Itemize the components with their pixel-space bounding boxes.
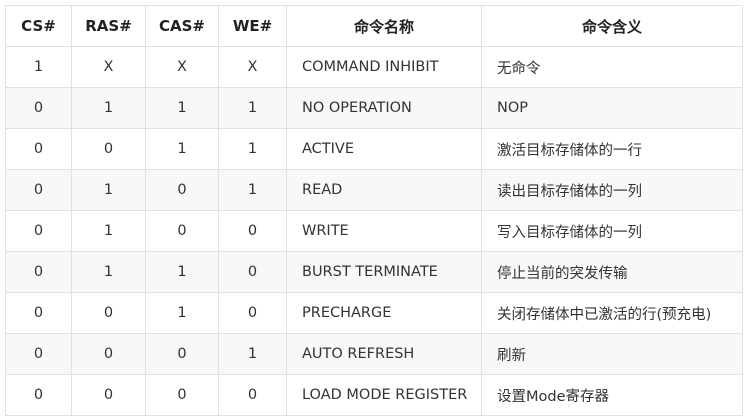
cell-cas: 0 [145, 374, 219, 416]
header-cas: CAS# [145, 5, 219, 47]
table-row: 0 1 1 0 BURST TERMINATE 停止当前的突发传输 [5, 251, 743, 293]
cell-cas: 1 [145, 251, 219, 293]
cell-command-name: AUTO REFRESH [286, 333, 482, 375]
cell-we: 0 [218, 210, 287, 252]
header-command-name: 命令名称 [286, 5, 482, 47]
cell-ras: 0 [71, 292, 146, 334]
cell-command-name: COMMAND INHIBIT [286, 46, 482, 88]
cell-command-name: BURST TERMINATE [286, 251, 482, 293]
cell-command-meaning: 无命令 [481, 46, 743, 88]
table-row: 0 0 0 1 AUTO REFRESH 刷新 [5, 333, 743, 375]
cell-cs: 0 [5, 210, 72, 252]
cell-ras: 1 [71, 169, 146, 211]
cell-we: 0 [218, 374, 287, 416]
table-row: 0 0 1 0 PRECHARGE 关闭存储体中已激活的行(预充电) [5, 292, 743, 334]
cell-we: 1 [218, 333, 287, 375]
table-header-row: CS# RAS# CAS# WE# 命令名称 命令含义 [5, 5, 743, 47]
cell-command-meaning: 写入目标存储体的一列 [481, 210, 743, 252]
cell-command-meaning: 关闭存储体中已激活的行(预充电) [481, 292, 743, 334]
table-row: 0 1 0 0 WRITE 写入目标存储体的一列 [5, 210, 743, 252]
cell-we: X [218, 46, 287, 88]
cell-command-name: ACTIVE [286, 128, 482, 170]
cell-ras: 0 [71, 374, 146, 416]
cell-cs: 0 [5, 251, 72, 293]
cell-ras: 1 [71, 251, 146, 293]
cell-command-name: WRITE [286, 210, 482, 252]
cell-we: 0 [218, 251, 287, 293]
cell-command-name: READ [286, 169, 482, 211]
cell-we: 0 [218, 292, 287, 334]
command-table: CS# RAS# CAS# WE# 命令名称 命令含义 1 X X X COMM… [5, 5, 743, 416]
table-row: 0 0 0 0 LOAD MODE REGISTER 设置Mode寄存器 [5, 374, 743, 416]
cell-command-name: NO OPERATION [286, 87, 482, 129]
header-command-meaning: 命令含义 [481, 5, 743, 47]
cell-cs: 0 [5, 169, 72, 211]
cell-cas: 1 [145, 128, 219, 170]
header-cs: CS# [5, 5, 72, 47]
cell-command-meaning: 读出目标存储体的一列 [481, 169, 743, 211]
cell-cs: 0 [5, 333, 72, 375]
cell-ras: 0 [71, 128, 146, 170]
cell-ras: 1 [71, 210, 146, 252]
header-we: WE# [218, 5, 287, 47]
cell-we: 1 [218, 128, 287, 170]
cell-ras: 0 [71, 333, 146, 375]
cell-ras: 1 [71, 87, 146, 129]
cell-command-meaning: 设置Mode寄存器 [481, 374, 743, 416]
cell-cs: 0 [5, 292, 72, 334]
table-row: 1 X X X COMMAND INHIBIT 无命令 [5, 46, 743, 88]
cell-cas: 1 [145, 87, 219, 129]
cell-command-name: PRECHARGE [286, 292, 482, 334]
cell-cas: 0 [145, 169, 219, 211]
cell-ras: X [71, 46, 146, 88]
cell-cas: 0 [145, 333, 219, 375]
cell-we: 1 [218, 87, 287, 129]
cell-we: 1 [218, 169, 287, 211]
cell-command-meaning: NOP [481, 87, 743, 129]
cell-cs: 0 [5, 128, 72, 170]
cell-cas: 1 [145, 292, 219, 334]
cell-command-meaning: 激活目标存储体的一行 [481, 128, 743, 170]
cell-cs: 0 [5, 87, 72, 129]
header-ras: RAS# [71, 5, 146, 47]
cell-cs: 0 [5, 374, 72, 416]
cell-command-name: LOAD MODE REGISTER [286, 374, 482, 416]
table-row: 0 0 1 1 ACTIVE 激活目标存储体的一行 [5, 128, 743, 170]
cell-command-meaning: 停止当前的突发传输 [481, 251, 743, 293]
cell-cs: 1 [5, 46, 72, 88]
cell-cas: X [145, 46, 219, 88]
table-row: 0 1 1 1 NO OPERATION NOP [5, 87, 743, 129]
cell-command-meaning: 刷新 [481, 333, 743, 375]
cell-cas: 0 [145, 210, 219, 252]
table-row: 0 1 0 1 READ 读出目标存储体的一列 [5, 169, 743, 211]
